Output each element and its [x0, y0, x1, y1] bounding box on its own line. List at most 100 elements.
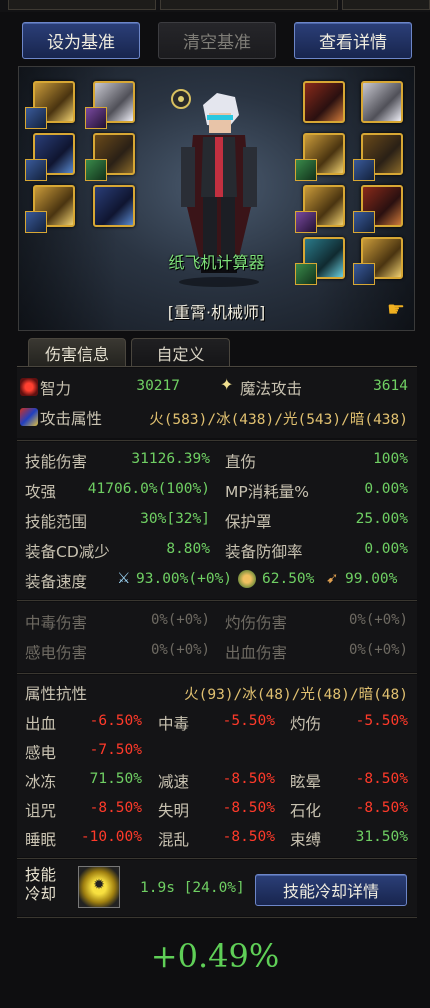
character-name: 纸飞机计算器 [168, 253, 265, 272]
resist-label: 出血 [25, 715, 57, 733]
intelligence-label: 智力 [40, 380, 72, 398]
equip-avatar-icon[interactable] [25, 107, 47, 129]
intelligence-icon [20, 378, 38, 396]
top-tab-2[interactable] [160, 0, 338, 10]
mp-cost-value: 0.00% [364, 481, 408, 497]
attack-attribute-icon [20, 408, 38, 426]
shock-damage-value: 0%(+0%) [150, 642, 210, 658]
resist-value: -8.50% [222, 800, 275, 816]
equip-emblem-4-icon[interactable] [353, 211, 375, 233]
attack-boost-label: 攻强 [25, 483, 57, 501]
intelligence-value: 30217 [136, 378, 180, 394]
equip-necklace-icon[interactable] [361, 81, 403, 123]
resist-label: 冰冻 [25, 773, 57, 791]
magic-attack-value: 3614 [373, 378, 408, 394]
tab-custom[interactable]: 自定义 [131, 338, 230, 366]
resist-label: 减速 [158, 773, 190, 791]
damage-change-result: +0.49% [150, 937, 280, 975]
resist-label: 失明 [158, 802, 190, 820]
resist-label: 睡眠 [25, 831, 57, 849]
resist-value: -8.50% [355, 800, 408, 816]
cooldown-details-button[interactable]: 技能冷却详情 [255, 874, 407, 906]
direct-damage-value: 100% [373, 451, 408, 467]
defense-rate-label: 装备防御率 [225, 543, 303, 561]
resist-label: 中毒 [158, 715, 190, 733]
equip-avatar-3-icon[interactable] [25, 159, 47, 181]
attack-speed-value: 93.00%(+0%) [136, 571, 233, 587]
character-class: [重霄·机械师] [167, 303, 266, 322]
resist-value: -5.50% [222, 713, 275, 729]
cd-reduce-label: 装备CD减少 [25, 543, 110, 561]
resist-label: 感电 [25, 744, 57, 762]
tab-damage-info[interactable]: 伤害信息 [28, 338, 126, 366]
move-speed-icon: ➹ [326, 569, 339, 587]
resist-value: -6.50% [89, 713, 142, 729]
cd-reduce-value: 8.80% [166, 541, 210, 557]
skill-damage-value: 31126.39% [131, 451, 210, 467]
move-speed-value: 99.00% [345, 571, 398, 587]
drone-pet-icon [171, 89, 191, 109]
defense-rate-value: 0.00% [364, 541, 408, 557]
attack-attribute-value: 火(583)/冰(438)/光(543)/暗(438) [149, 412, 408, 428]
shock-damage-label: 感电伤害 [25, 644, 88, 662]
resist-label: 石化 [290, 802, 322, 820]
resist-value: -8.50% [355, 771, 408, 787]
burn-damage-label: 灼伤伤害 [225, 614, 288, 632]
cooldown-value: 1.9s [24.0%] [140, 880, 245, 896]
equip-emblem-icon[interactable] [295, 159, 317, 181]
resist-label: 眩晕 [290, 773, 322, 791]
attack-boost-value: 41706.0%(100%) [87, 481, 210, 497]
resist-value: -5.50% [355, 713, 408, 729]
resist-value: -7.50% [89, 742, 142, 758]
skill-range-value: 30%[32%] [140, 511, 210, 527]
mp-cost-label: MP消耗量% [225, 483, 309, 501]
equip-creature-icon[interactable] [93, 185, 135, 227]
tab-divider [17, 366, 417, 367]
direct-damage-label: 直伤 [225, 453, 257, 471]
resist-value: -8.50% [222, 829, 275, 845]
resist-title: 属性抗性 [25, 685, 88, 703]
equip-bracelet-icon[interactable] [303, 81, 345, 123]
magic-attack-label: 魔法攻击 [240, 380, 303, 398]
view-details-button[interactable]: 查看详情 [294, 22, 412, 59]
equip-avatar-5-icon[interactable] [25, 211, 47, 233]
shield-label: 保护罩 [225, 513, 272, 531]
resist-label: 束缚 [290, 831, 322, 849]
magic-attack-icon: ✦ [220, 375, 234, 394]
resist-label: 诅咒 [25, 802, 57, 820]
burn-damage-value: 0%(+0%) [348, 612, 408, 628]
resist-label: 混乱 [158, 831, 190, 849]
resist-label: 灼伤 [290, 715, 322, 733]
hand-pointer-icon[interactable]: ☛ [387, 297, 405, 321]
equip-emblem-2-icon[interactable] [353, 159, 375, 181]
resist-elements-value: 火(93)/冰(48)/光(48)/暗(48) [184, 687, 408, 703]
resist-value: 71.50% [89, 771, 142, 787]
equip-avatar-2-icon[interactable] [85, 107, 107, 129]
bleed-damage-value: 0%(+0%) [348, 642, 408, 658]
equip-speed-label: 装备速度 [25, 573, 88, 591]
equip-emblem-3-icon[interactable] [295, 211, 317, 233]
resist-value: -10.00% [80, 829, 142, 845]
attack-speed-icon: ⚔ [117, 569, 131, 587]
resist-value: -8.50% [222, 771, 275, 787]
top-tab-3[interactable] [342, 0, 430, 10]
set-baseline-button[interactable]: 设为基准 [22, 22, 140, 59]
resist-value: 31.50% [355, 829, 408, 845]
character-panel: 纸飞机计算器 [重霄·机械师] ☛ [18, 66, 415, 331]
cooldown-label-line1: 技能 [25, 866, 57, 884]
cooldown-skill-icon[interactable]: ✹ [78, 866, 120, 908]
top-tab-1[interactable] [8, 0, 156, 10]
skill-damage-label: 技能伤害 [25, 453, 88, 471]
skill-range-label: 技能范围 [25, 513, 88, 531]
cast-speed-icon [238, 570, 256, 588]
shield-value: 25.00% [355, 511, 408, 527]
clear-baseline-button[interactable]: 清空基准 [158, 22, 276, 59]
equip-avatar-4-icon[interactable] [85, 159, 107, 181]
poison-damage-value: 0%(+0%) [150, 612, 210, 628]
poison-damage-label: 中毒伤害 [25, 614, 88, 632]
resist-value: -8.50% [89, 800, 142, 816]
attack-attribute-label: 攻击属性 [40, 410, 103, 428]
cast-speed-value: 62.50% [262, 571, 315, 587]
cooldown-label: 技能 冷却 [25, 866, 56, 904]
cooldown-label-line2: 冷却 [25, 885, 57, 903]
